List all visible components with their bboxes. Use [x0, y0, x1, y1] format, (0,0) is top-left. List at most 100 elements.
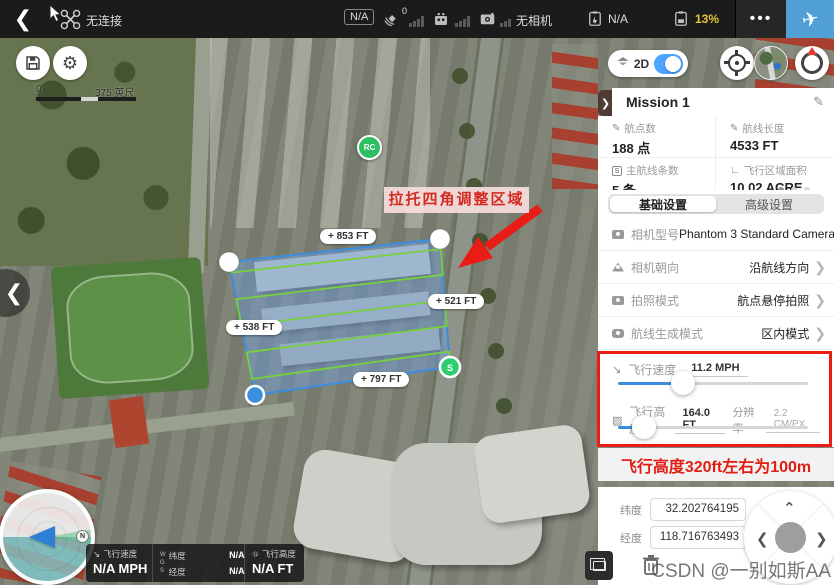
layers-icon: [617, 57, 629, 71]
scale-min: 0: [36, 84, 42, 95]
telemetry-bar: ↘飞行速度 N/A MPH WGS 纬度N/A 经度N/A ⛗飞行高度 N/A …: [86, 544, 304, 582]
speed-slider[interactable]: [618, 382, 808, 385]
camera-icon: [478, 10, 497, 28]
edge-distance-label-top[interactable]: + 853 FT: [320, 229, 376, 244]
panel-collapse-tab[interactable]: ❯: [598, 90, 613, 116]
longitude-input[interactable]: 118.716763493: [650, 526, 746, 549]
save-icon: [24, 54, 42, 72]
shutter-icon: [612, 296, 624, 305]
gear-icon: ⚙: [62, 53, 78, 74]
back-button[interactable]: ❮: [8, 0, 38, 38]
north-indicator: N: [76, 530, 89, 543]
map-road: [0, 402, 295, 452]
map-building-red: [109, 396, 149, 448]
altitude-value[interactable]: 164.0 FT: [675, 407, 726, 434]
map-2d-label: 2D: [634, 57, 649, 71]
nudge-up-button[interactable]: ⌃: [783, 499, 796, 517]
chevron-left-icon: ❮: [5, 280, 23, 306]
map-building-white: [472, 423, 591, 525]
altitude-slider[interactable]: [618, 426, 808, 429]
edge-distance-label-bottom[interactable]: + 797 FT: [353, 372, 409, 387]
mouse-cursor: [49, 4, 63, 24]
stat-route-length: ✎航线长度 4533 FT: [716, 116, 834, 158]
aircraft-heading-arrow: [29, 526, 55, 548]
edge-distance-label-right[interactable]: + 521 FT: [428, 294, 484, 309]
compass-reset-button[interactable]: [795, 46, 829, 80]
speed-slider-thumb[interactable]: [671, 371, 695, 395]
latitude-input[interactable]: 32.202764195: [650, 498, 746, 521]
ellipsis-icon: •••: [750, 10, 773, 28]
map-tree: [496, 398, 512, 414]
speed-value[interactable]: 11.2 MPH: [683, 362, 747, 377]
dpad-center-button[interactable]: [775, 522, 806, 553]
chevron-right-icon: ❯: [814, 292, 826, 309]
row-camera-model[interactable]: 相机型号 Phantom 3 Standard Camera ❯: [598, 218, 834, 251]
takeoff-button[interactable]: ✈: [786, 0, 834, 38]
resolution-label: 分辨率: [732, 404, 758, 436]
connection-status: 无连接: [86, 12, 122, 29]
rc-signal-bars: [455, 16, 470, 27]
gps-signal-bars: [409, 16, 424, 27]
map-layers-button[interactable]: [585, 551, 613, 580]
flight-sliders: ↘ 飞行速度 11.2 MPH ▨ 飞行高度 164.0 FT 分辨率 2.2 …: [598, 352, 834, 447]
chevron-right-icon: ❯: [814, 325, 826, 342]
locate-me-button[interactable]: [720, 46, 754, 80]
telemetry-lat: N/A: [229, 550, 245, 562]
camera-icon: [612, 230, 624, 239]
minimap-button[interactable]: [754, 46, 788, 80]
telemetry-lng: N/A: [229, 566, 245, 578]
chevron-right-icon: ❯: [601, 97, 610, 110]
map-tree: [488, 343, 504, 359]
edit-mission-icon[interactable]: ✎: [813, 94, 824, 110]
compass-icon: [801, 52, 823, 74]
altitude-slider-thumb[interactable]: [632, 415, 656, 439]
aircraft-battery-icon: [586, 9, 604, 28]
tab-advanced-settings[interactable]: 高级设置: [716, 196, 822, 212]
save-button[interactable]: [16, 46, 50, 80]
mission-header: Mission 1 ✎: [612, 88, 834, 116]
heading-icon: [612, 263, 624, 272]
altitude-note: 飞行高度320ft左右为100m: [598, 448, 834, 481]
drone-icon: [60, 9, 81, 30]
altitude-icon: ⛗: [252, 549, 259, 560]
longitude-label: 经度: [620, 530, 642, 546]
2d-toggle-switch[interactable]: [654, 54, 683, 74]
more-menu-button[interactable]: •••: [735, 0, 786, 38]
row-route-mode[interactable]: 航线生成模式 区内模式 ❯: [598, 317, 834, 350]
nudge-left-button[interactable]: ❮: [756, 530, 769, 548]
telemetry-altitude: N/A FT: [252, 561, 297, 576]
map-mode-toggle[interactable]: 2D: [608, 50, 688, 77]
latitude-label: 纬度: [620, 502, 642, 518]
aircraft-battery-value: N/A: [608, 12, 628, 26]
altitude-icon: ▨: [612, 414, 622, 427]
wgs-label: WGS: [160, 551, 166, 582]
telemetry-speed: N/A MPH: [93, 561, 145, 576]
map-tree: [452, 68, 468, 84]
device-battery-icon: [672, 9, 690, 28]
top-status-bar: ❮ 无连接 N/A 0 无相机 N/A 13% ••• ✈: [0, 0, 834, 38]
speed-icon: ↘: [612, 363, 621, 376]
edge-distance-label-left[interactable]: + 538 FT: [226, 320, 282, 335]
rc-home-marker: RC: [357, 135, 382, 160]
nudge-right-button[interactable]: ❯: [815, 530, 828, 548]
settings-button[interactable]: ⚙: [53, 46, 87, 80]
gps-count: 0: [402, 6, 407, 16]
map-sports-field: [51, 257, 210, 399]
mission-title: Mission 1: [626, 94, 690, 110]
map-tree: [459, 123, 475, 139]
settings-list: 相机型号 Phantom 3 Standard Camera ❯ 相机朝向 沿航…: [598, 218, 834, 352]
tab-basic-settings[interactable]: 基础设置: [610, 196, 716, 212]
locate-icon: [728, 54, 746, 72]
device-battery-value: 13%: [695, 12, 719, 26]
camera-status: 无相机: [516, 12, 552, 29]
row-capture-mode[interactable]: 拍照模式 航点悬停拍照 ❯: [598, 284, 834, 317]
route-mode-icon: [612, 329, 624, 338]
tutorial-annotation: 拉托四角调整区域: [384, 187, 529, 213]
route-length-icon: ✎: [730, 123, 738, 134]
main-lines-icon: S: [612, 166, 622, 176]
row-camera-heading[interactable]: 相机朝向 沿航线方向 ❯: [598, 251, 834, 284]
speed-icon: ↘: [93, 549, 100, 560]
map-building: [279, 328, 440, 367]
stat-waypoints: ✎航点数 188 点: [598, 116, 716, 158]
waypoint-icon: ✎: [612, 123, 620, 134]
